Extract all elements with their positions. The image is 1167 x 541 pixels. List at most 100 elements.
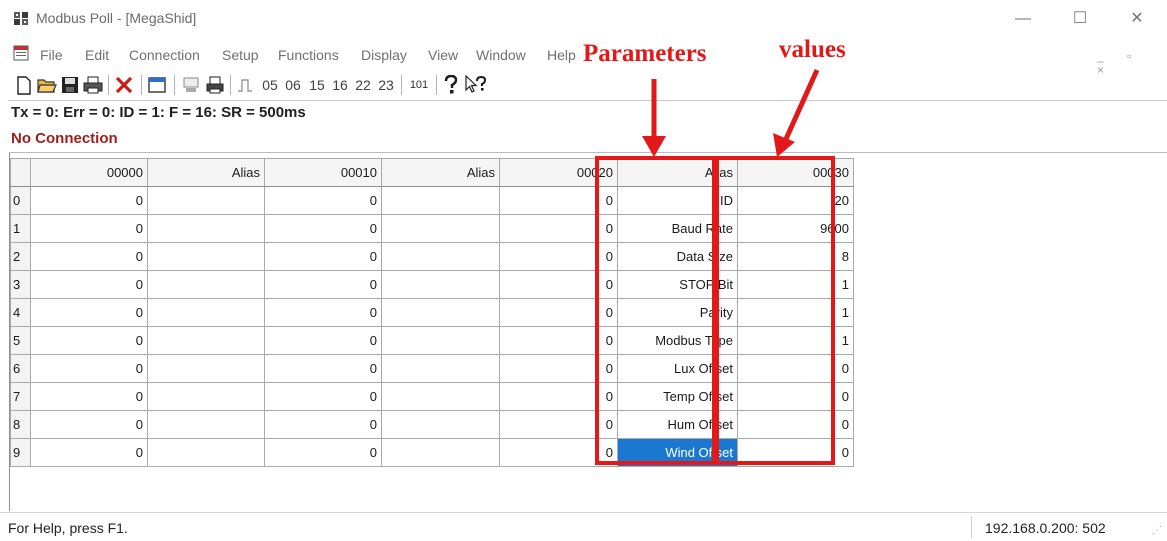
register-cell[interactable]: 0 <box>30 326 148 355</box>
register-cell[interactable]: 0 <box>30 270 148 299</box>
function-06-button[interactable]: 06 <box>282 74 304 96</box>
parameter-value-cell[interactable]: 0 <box>737 438 854 467</box>
alias-cell[interactable] <box>381 354 500 383</box>
parameter-alias-cell[interactable]: Lux Offset <box>617 354 738 383</box>
parameter-alias-cell[interactable]: ID <box>617 186 738 215</box>
parameter-alias-cell[interactable]: STOP Bit <box>617 270 738 299</box>
alias-cell[interactable] <box>381 186 500 215</box>
register-cell[interactable]: 0 <box>30 214 148 243</box>
row-number[interactable]: 8 <box>10 410 31 439</box>
alias-cell[interactable] <box>381 298 500 327</box>
parameter-alias-cell[interactable]: Parity <box>617 298 738 327</box>
row-number[interactable]: 0 <box>10 186 31 215</box>
register-cell[interactable]: 0 <box>264 382 382 411</box>
register-cell[interactable]: 0 <box>264 298 382 327</box>
menu-help[interactable]: Help <box>547 47 576 63</box>
register-cell[interactable]: 0 <box>499 410 618 439</box>
alias-cell[interactable] <box>381 438 500 467</box>
parameter-value-cell[interactable]: 0 <box>737 410 854 439</box>
delete-icon[interactable] <box>113 74 135 96</box>
parameter-value-cell[interactable]: 1 <box>737 326 854 355</box>
alias-cell[interactable] <box>381 242 500 271</box>
parameter-alias-cell[interactable]: Data Size <box>617 242 738 271</box>
parameter-value-cell[interactable]: 1 <box>737 298 854 327</box>
row-number[interactable]: 2 <box>10 242 31 271</box>
window-icon[interactable] <box>146 74 168 96</box>
resize-grip-icon[interactable]: ⋰ <box>1152 525 1162 536</box>
grid-corner[interactable] <box>10 158 31 187</box>
open-icon[interactable] <box>36 74 58 96</box>
register-cell[interactable]: 0 <box>264 438 382 467</box>
row-number[interactable]: 1 <box>10 214 31 243</box>
parameter-value-cell[interactable]: 1 <box>737 270 854 299</box>
column-header[interactable]: Alias <box>147 158 265 187</box>
register-cell[interactable]: 0 <box>30 242 148 271</box>
alias-cell[interactable] <box>381 270 500 299</box>
menu-view[interactable]: View <box>428 47 458 63</box>
alias-cell[interactable] <box>381 326 500 355</box>
menu-file[interactable]: File <box>40 47 63 63</box>
parameter-alias-cell[interactable]: Temp Offset <box>617 382 738 411</box>
save-icon[interactable] <box>60 74 80 96</box>
function-23-button[interactable]: 23 <box>375 74 397 96</box>
column-header[interactable]: Alias <box>381 158 500 187</box>
minimize-button[interactable]: — <box>1000 6 1046 32</box>
register-cell[interactable]: 0 <box>264 326 382 355</box>
alias-cell[interactable] <box>147 270 265 299</box>
parameter-alias-cell[interactable]: Baud Rate <box>617 214 738 243</box>
parameter-alias-cell[interactable]: Hum Offset <box>617 410 738 439</box>
register-cell[interactable]: 0 <box>499 354 618 383</box>
menu-edit[interactable]: Edit <box>85 47 109 63</box>
maximize-button[interactable]: ☐ <box>1057 6 1103 32</box>
register-cell[interactable]: 0 <box>264 270 382 299</box>
print-icon[interactable] <box>82 74 104 96</box>
row-number[interactable]: 5 <box>10 326 31 355</box>
alias-cell[interactable] <box>147 326 265 355</box>
function-16-button[interactable]: 16 <box>329 74 351 96</box>
register-cell[interactable]: 0 <box>30 438 148 467</box>
row-number[interactable]: 4 <box>10 298 31 327</box>
register-cell[interactable]: 0 <box>30 382 148 411</box>
pulse-icon[interactable] <box>235 74 255 96</box>
row-number[interactable]: 6 <box>10 354 31 383</box>
alias-cell[interactable] <box>381 214 500 243</box>
function-15-button[interactable]: 15 <box>306 74 328 96</box>
row-number[interactable]: 7 <box>10 382 31 411</box>
register-cell[interactable]: 0 <box>499 186 618 215</box>
alias-cell[interactable] <box>147 186 265 215</box>
column-header[interactable]: Alias <box>617 158 738 187</box>
column-header[interactable]: 00010 <box>264 158 382 187</box>
row-number[interactable]: 9 <box>10 438 31 467</box>
register-cell[interactable]: 0 <box>499 242 618 271</box>
register-cell[interactable]: 0 <box>264 354 382 383</box>
parameter-alias-cell[interactable]: Modbus Type <box>617 326 738 355</box>
alias-cell[interactable] <box>381 410 500 439</box>
register-cell[interactable]: 0 <box>499 382 618 411</box>
write-icon[interactable] <box>204 74 226 96</box>
register-cell[interactable]: 0 <box>30 354 148 383</box>
function-22-button[interactable]: 22 <box>352 74 374 96</box>
register-cell[interactable]: 0 <box>264 186 382 215</box>
parameter-value-cell[interactable]: 9600 <box>737 214 854 243</box>
new-icon[interactable] <box>14 74 34 96</box>
alias-cell[interactable] <box>147 438 265 467</box>
title-bar[interactable]: Modbus Poll - [MegaShid] — ☐ ✕ <box>0 0 1167 38</box>
menu-display[interactable]: Display <box>361 47 407 63</box>
alias-cell[interactable] <box>147 214 265 243</box>
register-cell[interactable]: 0 <box>30 186 148 215</box>
register-cell[interactable]: 0 <box>499 438 618 467</box>
parameter-value-cell[interactable]: 0 <box>737 382 854 411</box>
row-number[interactable]: 3 <box>10 270 31 299</box>
register-cell[interactable]: 0 <box>499 270 618 299</box>
column-header[interactable]: 00020 <box>499 158 618 187</box>
register-cell[interactable]: 0 <box>499 214 618 243</box>
alias-cell[interactable] <box>381 382 500 411</box>
menu-window[interactable]: Window <box>476 47 526 63</box>
parameter-value-cell[interactable]: 8 <box>737 242 854 271</box>
function-05-button[interactable]: 05 <box>259 74 281 96</box>
context-help-icon[interactable] <box>464 74 488 96</box>
close-button[interactable]: ✕ <box>1114 6 1160 32</box>
menu-functions[interactable]: Functions <box>278 47 339 63</box>
register-cell[interactable]: 0 <box>499 326 618 355</box>
menu-connection[interactable]: Connection <box>129 47 200 63</box>
